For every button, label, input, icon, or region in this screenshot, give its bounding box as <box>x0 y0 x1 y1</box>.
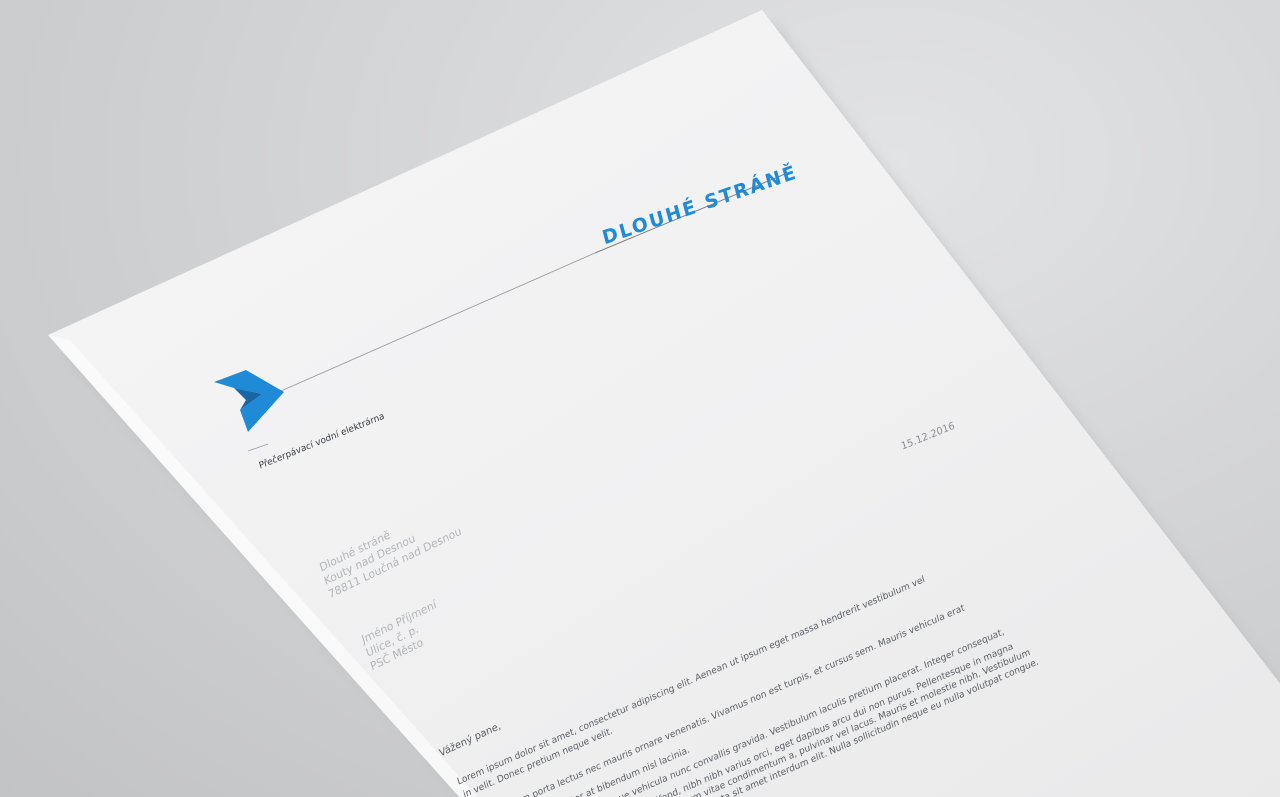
letter-mockup-scene: DLOUHÉ STRÁNĚ Přečerpávací vodní elektrá… <box>0 0 1280 797</box>
chevron-logo-icon <box>214 370 284 432</box>
paper-sheet <box>0 0 1280 797</box>
